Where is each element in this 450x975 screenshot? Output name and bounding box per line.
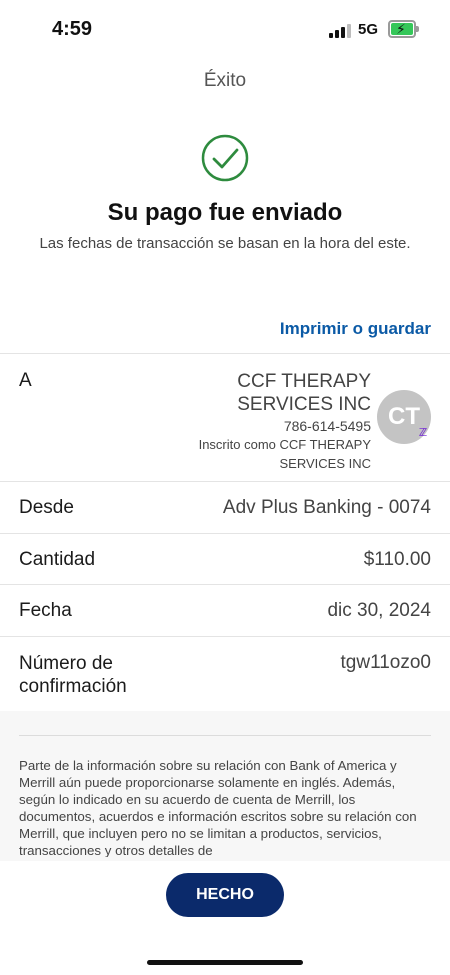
- payee-info: CCF THERAPY SERVICES INC 786-614-5495 In…: [131, 370, 371, 472]
- divider: [0, 481, 450, 482]
- date-label: Fecha: [19, 600, 72, 621]
- amount-label: Cantidad: [19, 549, 96, 570]
- confirmation-label-line1: Número de: [19, 653, 113, 674]
- home-indicator[interactable]: [147, 960, 303, 965]
- from-label: Desde: [19, 497, 74, 518]
- timezone-note: Las fechas de transacción se basan en la…: [39, 235, 411, 252]
- battery-icon: ⚡: [388, 20, 419, 38]
- confirmation-number-label: Número de confirmación: [19, 652, 127, 698]
- divider: [0, 636, 450, 637]
- divider: [0, 584, 450, 585]
- success-check-icon: [201, 134, 249, 182]
- confirmation-number-value: tgw11ozo0: [340, 652, 432, 673]
- enrolled-as-line1: Inscrito como CCF THERAPY: [198, 437, 371, 452]
- payee-name-line1: CCF THERAPY: [237, 371, 371, 392]
- enrolled-as-line2: SERVICES INC: [279, 456, 371, 471]
- page-title: Éxito: [203, 70, 247, 91]
- confirmation-label-line2: confirmación: [19, 676, 127, 697]
- done-button[interactable]: HECHO: [166, 873, 284, 917]
- amount-value: $110.00: [363, 549, 431, 570]
- print-or-save-link[interactable]: Imprimir o guardar: [280, 319, 431, 339]
- status-bar: 4:59 5G ⚡: [0, 0, 450, 60]
- payee-phone: 786-614-5495: [283, 418, 371, 434]
- network-type: 5G: [358, 21, 379, 38]
- divider: [0, 353, 450, 354]
- payee-name-line2: SERVICES INC: [237, 394, 371, 415]
- divider: [0, 533, 450, 534]
- disclaimer-text: Parte de la información sobre su relació…: [19, 758, 417, 857]
- success-headline: Su pago fue enviado: [107, 199, 343, 226]
- date-value: dic 30, 2024: [327, 600, 431, 621]
- from-account-value: Adv Plus Banking - 0074: [222, 497, 431, 518]
- signal-icon: [329, 24, 351, 38]
- divider: [19, 735, 431, 736]
- zelle-icon: ℤ: [418, 427, 428, 439]
- to-label: A: [19, 370, 32, 391]
- status-time: 4:59: [52, 18, 93, 40]
